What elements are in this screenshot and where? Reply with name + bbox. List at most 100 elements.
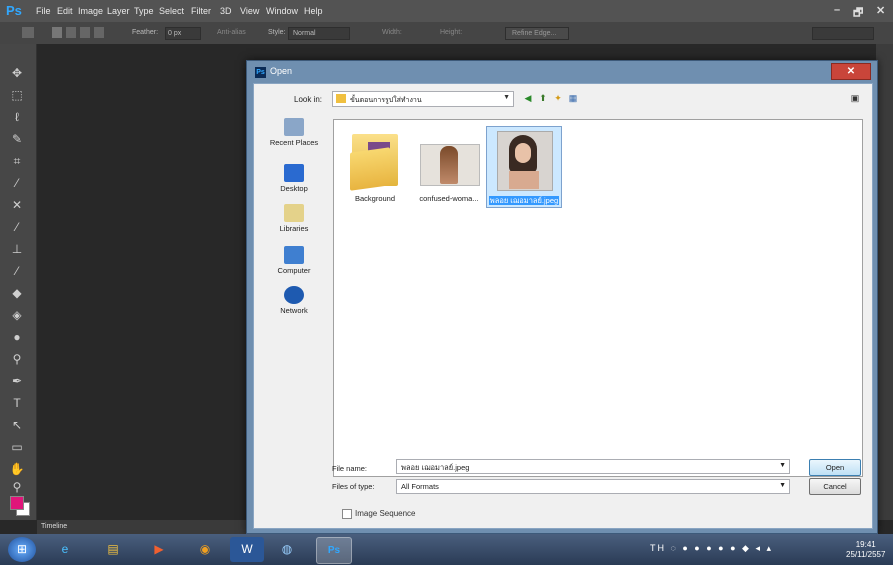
dialog-title: Open xyxy=(270,66,293,76)
workspace-select[interactable] xyxy=(812,27,874,40)
internet-explorer-icon[interactable]: e xyxy=(48,537,82,562)
places-bar: Recent Places Desktop Libraries Computer… xyxy=(262,118,326,498)
width-label: Width: xyxy=(382,29,402,36)
new-folder-icon[interactable]: ✦ xyxy=(552,92,564,104)
eraser-tool-icon[interactable]: ◆ xyxy=(8,286,26,301)
image-sequence-checkbox[interactable]: Image Sequence xyxy=(342,509,416,519)
place-label: Desktop xyxy=(280,184,308,193)
add-selection-icon[interactable] xyxy=(66,27,76,38)
file-explorer-icon[interactable]: ▤ xyxy=(96,537,130,562)
media-player-icon[interactable]: ▶ xyxy=(142,537,176,562)
style-select[interactable]: Normal xyxy=(288,27,350,40)
clock-date: 25/11/2557 xyxy=(846,550,886,559)
menu-image[interactable]: Image xyxy=(78,6,103,16)
files-of-type-label: Files of type: xyxy=(332,482,375,491)
refine-edge-button[interactable]: Refine Edge... xyxy=(505,27,569,40)
up-folder-icon[interactable]: ⬆ xyxy=(537,92,549,104)
foreground-color-swatch[interactable] xyxy=(10,496,24,510)
folder-details-icon[interactable]: ▣ xyxy=(849,92,861,104)
shape-tool-icon[interactable]: ▭ xyxy=(8,440,26,455)
file-name-input[interactable]: พลอย เฌอมาลย์.jpeg ▼ xyxy=(396,459,790,474)
look-in-select[interactable]: ขั้นตอนการรูปใส่ทำงาน ▼ xyxy=(332,91,514,107)
antialias-checkbox[interactable]: Anti-alias xyxy=(217,29,246,36)
marquee-tool-icon[interactable]: ⬚ xyxy=(8,88,26,103)
intersect-selection-icon[interactable] xyxy=(94,27,104,38)
panels-strip xyxy=(876,44,893,520)
feather-input[interactable]: 0 px xyxy=(165,27,201,40)
open-button[interactable]: Open xyxy=(809,459,861,476)
menu-edit[interactable]: Edit xyxy=(57,6,73,16)
photoshop-icon: Ps xyxy=(255,67,266,78)
open-dialog: Ps Open ✕ Look in: ขั้นตอนการรูปใส่ทำงาน … xyxy=(246,60,878,534)
path-select-tool-icon[interactable]: ↖ xyxy=(8,418,26,433)
file-item-confused-woman[interactable]: confused-woma... xyxy=(412,130,486,203)
menu-select[interactable]: Select xyxy=(159,6,184,16)
system-tray[interactable]: TH ◌ ● ● ● ● ● ◆ ◂ ▴ xyxy=(650,543,773,554)
photoshop-taskbar-icon[interactable]: Ps xyxy=(316,537,352,564)
place-desktop[interactable]: Desktop xyxy=(262,164,326,193)
type-tool-icon[interactable]: T xyxy=(8,396,26,411)
look-in-label: Look in: xyxy=(294,95,323,104)
clock[interactable]: 19:41 25/11/2557 xyxy=(846,540,885,560)
files-of-type-select[interactable]: All Formats ▼ xyxy=(396,479,790,494)
menu-bar: Ps File Edit Image Layer Type Select Fil… xyxy=(0,0,893,22)
word-icon[interactable]: W xyxy=(230,537,264,562)
back-icon[interactable]: ◀ xyxy=(522,92,534,104)
blur-tool-icon[interactable]: ● xyxy=(8,330,26,345)
files-of-type-value: All Formats xyxy=(401,482,439,491)
place-libraries[interactable]: Libraries xyxy=(262,204,326,233)
menu-help[interactable]: Help xyxy=(304,6,323,16)
new-selection-icon[interactable] xyxy=(52,27,62,38)
place-label: Computer xyxy=(277,266,311,275)
move-tool-icon[interactable]: ✥ xyxy=(8,66,26,81)
pen-tool-icon[interactable]: ✒ xyxy=(8,374,26,389)
menu-3d[interactable]: 3D xyxy=(220,6,232,16)
chevron-down-icon[interactable]: ▼ xyxy=(779,462,786,469)
menu-layer[interactable]: Layer xyxy=(107,6,130,16)
cancel-button[interactable]: Cancel xyxy=(809,478,861,495)
hand-tool-icon[interactable]: ✋ xyxy=(8,462,26,477)
gradient-tool-icon[interactable]: ◈ xyxy=(8,308,26,323)
close-icon[interactable]: ✕ xyxy=(876,4,885,17)
chrome-icon[interactable]: ◉ xyxy=(188,537,222,562)
healing-tool-icon[interactable]: ✕ xyxy=(8,198,26,213)
dialog-body: Look in: ขั้นตอนการรูปใส่ทำงาน ▼ ◀ ⬆ ✦ ▦… xyxy=(253,83,873,529)
restore-icon[interactable]: 🗗 xyxy=(853,4,863,23)
place-label: Libraries xyxy=(279,224,309,233)
file-item-ploy-chermarn[interactable]: พลอย เฌอมาลย์.jpeg xyxy=(486,126,562,208)
dialog-close-button[interactable]: ✕ xyxy=(831,63,871,80)
timeline-panel-tab[interactable]: Timeline xyxy=(37,520,252,534)
zoom-tool-icon[interactable]: ⚲ xyxy=(8,480,26,495)
style-value: Normal xyxy=(293,30,316,37)
dodge-tool-icon[interactable]: ⚲ xyxy=(8,352,26,367)
quick-select-tool-icon[interactable]: ✎ xyxy=(8,132,26,147)
menu-window[interactable]: Window xyxy=(266,6,298,16)
height-label: Height: xyxy=(440,29,463,36)
view-menu-icon[interactable]: ▦ xyxy=(567,92,579,104)
place-recent-places[interactable]: Recent Places xyxy=(262,118,326,147)
place-computer[interactable]: Computer xyxy=(262,246,326,275)
menu-file[interactable]: File xyxy=(36,6,51,16)
subtract-selection-icon[interactable] xyxy=(80,27,90,38)
browser-icon[interactable]: ◍ xyxy=(270,537,304,562)
menu-view[interactable]: View xyxy=(240,6,259,16)
eyedropper-tool-icon[interactable]: ⁄ xyxy=(8,176,26,191)
clock-time: 19:41 xyxy=(855,540,876,549)
checkbox-icon xyxy=(342,509,352,519)
crop-tool-icon[interactable]: ⌗ xyxy=(8,154,26,169)
style-label: Style: xyxy=(268,29,286,36)
start-button-icon[interactable]: ⊞ xyxy=(8,537,36,562)
file-item-background-folder[interactable]: Background xyxy=(338,130,412,203)
place-network[interactable]: Network xyxy=(262,286,326,315)
menu-filter[interactable]: Filter xyxy=(191,6,211,16)
marquee-tool-icon[interactable] xyxy=(22,27,34,38)
tools-panel: ✥ ⬚ ℓ ✎ ⌗ ⁄ ✕ ⁄ ⊥ ⁄ ◆ ◈ ● ⚲ ✒ T ↖ ▭ ✋ ⚲ xyxy=(0,44,37,520)
language-indicator[interactable]: TH xyxy=(650,543,666,553)
file-list: Background confused-woma... พลอย เฌอมาลย… xyxy=(333,119,863,477)
minimize-icon[interactable]: – xyxy=(834,4,840,16)
lasso-tool-icon[interactable]: ℓ xyxy=(8,110,26,125)
stamp-tool-icon[interactable]: ⊥ xyxy=(8,242,26,257)
history-brush-tool-icon[interactable]: ⁄ xyxy=(8,264,26,279)
menu-type[interactable]: Type xyxy=(134,6,154,16)
brush-tool-icon[interactable]: ⁄ xyxy=(8,220,26,235)
